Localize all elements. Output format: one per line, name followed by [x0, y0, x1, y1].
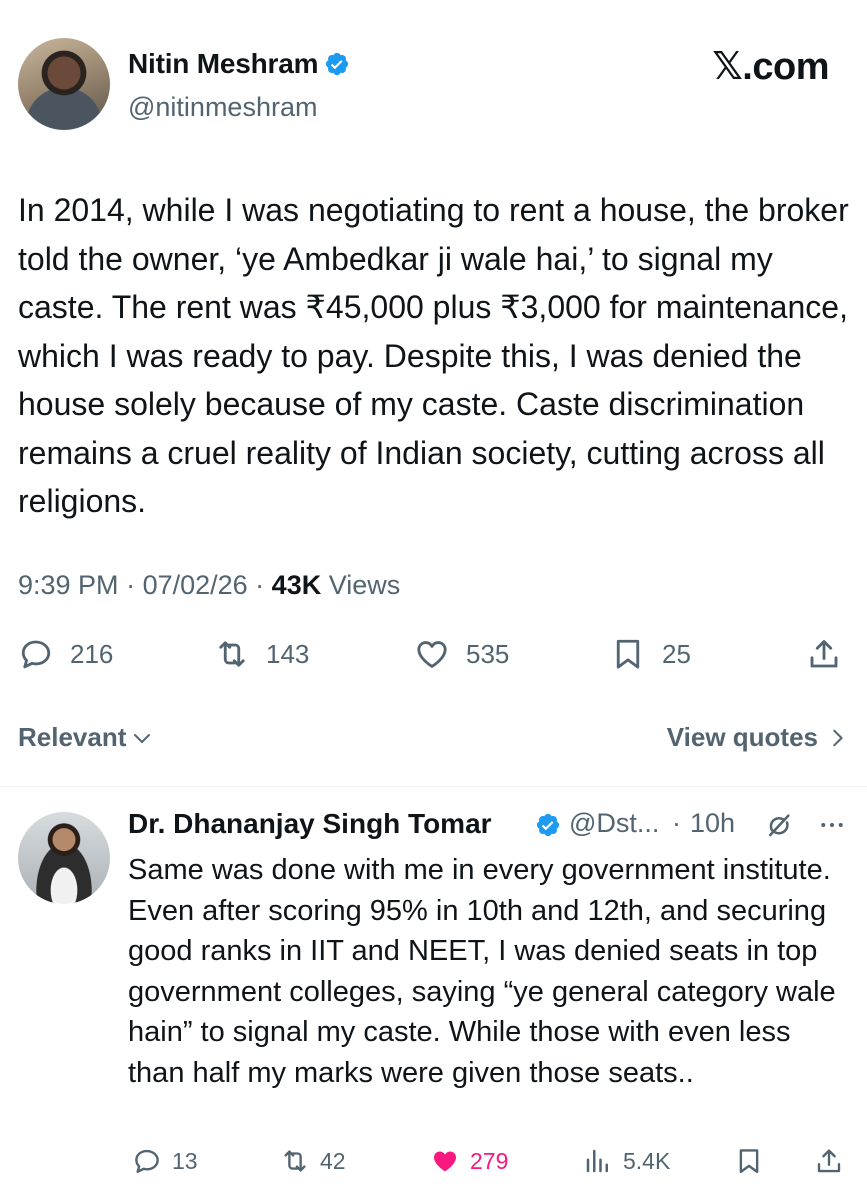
like-icon — [417, 641, 447, 668]
chevron-down-icon — [134, 733, 151, 743]
reply-like-button[interactable]: 279 — [430, 1146, 508, 1176]
reply-views-button[interactable]: 5.4K — [583, 1146, 670, 1176]
views-count: 43K — [271, 570, 322, 600]
bookmark-icon — [739, 1149, 759, 1174]
reply-time[interactable]: 10h — [690, 808, 735, 839]
reply-author-handle[interactable]: @Dst... — [569, 808, 659, 839]
chevron-right-icon — [833, 729, 843, 746]
reply-button[interactable]: 216 — [18, 636, 113, 672]
view-quotes-link[interactable]: View quotes — [667, 722, 848, 753]
reply-bookmark-button[interactable] — [734, 1146, 764, 1176]
repost-button[interactable]: 143 — [214, 636, 309, 672]
repost-count: 143 — [266, 638, 310, 669]
tweet-text: In 2014, while I was negotiating to rent… — [18, 192, 849, 519]
repost-icon — [219, 641, 245, 667]
share-button[interactable] — [806, 636, 842, 672]
reply-icon — [21, 640, 51, 669]
author-avatar[interactable] — [18, 38, 110, 130]
bookmark-button[interactable]: 25 — [610, 636, 691, 672]
x-logo: 𝕏.com — [712, 46, 829, 88]
reply-like-count: 279 — [470, 1147, 509, 1174]
reply-views-count: 5.4K — [623, 1147, 671, 1174]
view-quotes-label: View quotes — [666, 722, 818, 752]
reply-actions: 13 42 279 5.4K — [0, 1146, 867, 1182]
bookmark-count: 25 — [662, 638, 691, 669]
reply-header: Dr. Dhananjay Singh Tomar @Dst... · 10h — [128, 808, 848, 848]
views-label: Views — [328, 570, 401, 600]
reply-author-name[interactable]: Dr. Dhananjay Singh Tomar — [128, 808, 492, 840]
like-count: 535 — [466, 638, 510, 669]
tweet-meta: 9:39 PM · 07/02/26 · 43K Views — [18, 570, 401, 600]
reply-repost-button[interactable]: 42 — [280, 1146, 346, 1176]
author-name-row[interactable]: Nitin Meshram — [128, 48, 350, 80]
reply-count: 216 — [70, 638, 114, 669]
replies-filter-bar: Relevant View quotes — [18, 722, 848, 758]
reply-text: Same was done with me in every governmen… — [128, 854, 836, 1089]
reply-share-button[interactable] — [814, 1146, 844, 1176]
grok-icon[interactable] — [764, 810, 794, 840]
verified-icon — [536, 813, 560, 837]
author-handle[interactable]: @nitinmeshram — [128, 92, 317, 123]
more-icon[interactable] — [816, 810, 848, 840]
tweet-date[interactable]: 07/02/26 — [143, 570, 248, 600]
like-icon — [434, 1151, 456, 1172]
author-name[interactable]: Nitin Meshram — [128, 48, 319, 79]
reply-reply-count: 13 — [172, 1147, 198, 1174]
verified-icon — [326, 52, 349, 76]
reply-author-avatar[interactable] — [18, 812, 110, 904]
sort-dropdown[interactable]: Relevant — [18, 722, 154, 753]
divider — [0, 786, 867, 787]
separator-dot: · — [672, 808, 681, 838]
share-icon — [810, 640, 838, 668]
sort-label: Relevant — [18, 722, 127, 752]
views-icon — [586, 1149, 608, 1173]
reply-reply-button[interactable]: 13 — [132, 1146, 198, 1176]
like-button[interactable]: 535 — [414, 636, 509, 672]
reply-icon — [135, 1149, 159, 1173]
tweet-time[interactable]: 9:39 PM — [18, 570, 119, 600]
repost-icon — [284, 1150, 306, 1172]
tweet-actions: 216 143 535 25 — [0, 636, 867, 680]
reply-repost-count: 42 — [320, 1147, 346, 1174]
bookmark-icon — [616, 639, 640, 669]
share-icon — [817, 1149, 841, 1173]
